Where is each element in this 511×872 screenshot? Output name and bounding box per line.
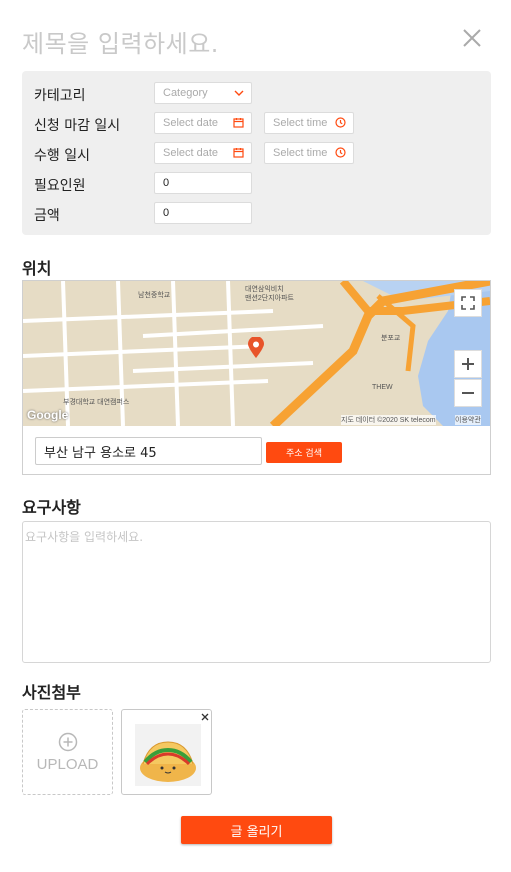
fullscreen-icon bbox=[461, 296, 475, 310]
upload-button[interactable]: UPLOAD bbox=[22, 709, 113, 795]
close-button[interactable] bbox=[460, 26, 484, 50]
amount-label: 금액 bbox=[34, 208, 60, 224]
deadline-time-placeholder: Select time bbox=[273, 117, 328, 129]
attachment-thumbnail[interactable] bbox=[121, 709, 212, 795]
people-value: 0 bbox=[163, 177, 170, 189]
deadline-time-input[interactable]: Select time bbox=[264, 112, 354, 134]
info-panel: 카테고리 Category 신청 마감 일시 Select date Selec… bbox=[22, 71, 491, 235]
address-search-button[interactable]: 주소 검색 bbox=[266, 442, 342, 463]
map-label-univ: 부경대학교 대연캠퍼스 bbox=[63, 399, 130, 406]
taco-image bbox=[135, 724, 201, 786]
map-label-school: 남천중학교 bbox=[138, 292, 171, 299]
map-label-apt: 대연삼익비치 맨션2단지아파트 bbox=[245, 286, 294, 302]
submit-button[interactable]: 글 올리기 bbox=[181, 816, 332, 844]
requirements-label: 요구사항 bbox=[22, 498, 81, 517]
people-label: 필요인원 bbox=[34, 178, 86, 194]
plus-icon bbox=[462, 358, 474, 370]
taco-plush-image bbox=[140, 741, 196, 782]
map-label-thew: THEW bbox=[372, 384, 393, 391]
chevron-down-icon bbox=[234, 90, 244, 96]
people-input[interactable]: 0 bbox=[154, 172, 252, 194]
plus-circle-icon bbox=[58, 732, 77, 751]
minus-icon bbox=[462, 392, 474, 394]
location-label: 위치 bbox=[22, 259, 52, 278]
calendar-icon bbox=[233, 118, 244, 128]
location-pin-icon bbox=[248, 337, 264, 358]
close-icon bbox=[463, 29, 481, 47]
zoom-in-button[interactable] bbox=[454, 350, 482, 378]
upload-label: UPLOAD bbox=[36, 755, 99, 773]
map-label-bunpo: 분포교 bbox=[381, 335, 401, 342]
perform-time-placeholder: Select time bbox=[273, 147, 328, 159]
amount-input[interactable]: 0 bbox=[154, 202, 252, 224]
perform-label: 수행 일시 bbox=[34, 148, 90, 164]
location-panel: 남천중학교 대연삼익비치 맨션2단지아파트 부경대학교 대연캠퍼스 분포교 TH… bbox=[22, 280, 491, 475]
title-input[interactable]: 제목을 입력하세요. bbox=[22, 24, 219, 59]
close-icon bbox=[201, 713, 209, 721]
deadline-date-input[interactable]: Select date bbox=[154, 112, 252, 134]
fullscreen-button[interactable] bbox=[454, 289, 482, 317]
google-logo: Google bbox=[27, 408, 69, 422]
category-placeholder: Category bbox=[163, 87, 208, 99]
clock-icon bbox=[335, 147, 346, 158]
category-select[interactable]: Category bbox=[154, 82, 252, 104]
perform-date-input[interactable]: Select date bbox=[154, 142, 252, 164]
deadline-date-placeholder: Select date bbox=[163, 117, 219, 129]
map[interactable]: 남천중학교 대연삼익비치 맨션2단지아파트 부경대학교 대연캠퍼스 분포교 TH… bbox=[23, 281, 490, 426]
clock-icon bbox=[335, 117, 346, 128]
address-input[interactable]: 부산 남구 용소로 45 bbox=[35, 437, 262, 465]
map-attribution: 지도 데이터 ©2020 SK telecom bbox=[341, 415, 436, 425]
requirements-textarea[interactable]: 요구사항을 입력하세요. bbox=[22, 521, 491, 663]
map-terms-link[interactable]: 이용약관 bbox=[455, 415, 481, 425]
category-label: 카테고리 bbox=[34, 88, 86, 104]
calendar-icon bbox=[233, 148, 244, 158]
remove-attachment-button[interactable] bbox=[201, 710, 209, 724]
perform-date-placeholder: Select date bbox=[163, 147, 219, 159]
amount-value: 0 bbox=[163, 207, 170, 219]
perform-time-input[interactable]: Select time bbox=[264, 142, 354, 164]
attachments-label: 사진첨부 bbox=[22, 683, 81, 702]
deadline-label: 신청 마감 일시 bbox=[34, 118, 121, 134]
zoom-out-button[interactable] bbox=[454, 379, 482, 407]
